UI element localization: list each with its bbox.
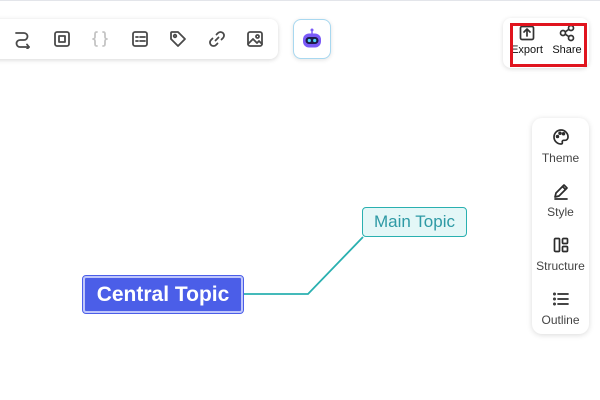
branch-connector (243, 236, 364, 295)
main-topic-node[interactable]: Main Topic (362, 207, 467, 237)
central-topic-node[interactable]: Central Topic (82, 275, 244, 314)
